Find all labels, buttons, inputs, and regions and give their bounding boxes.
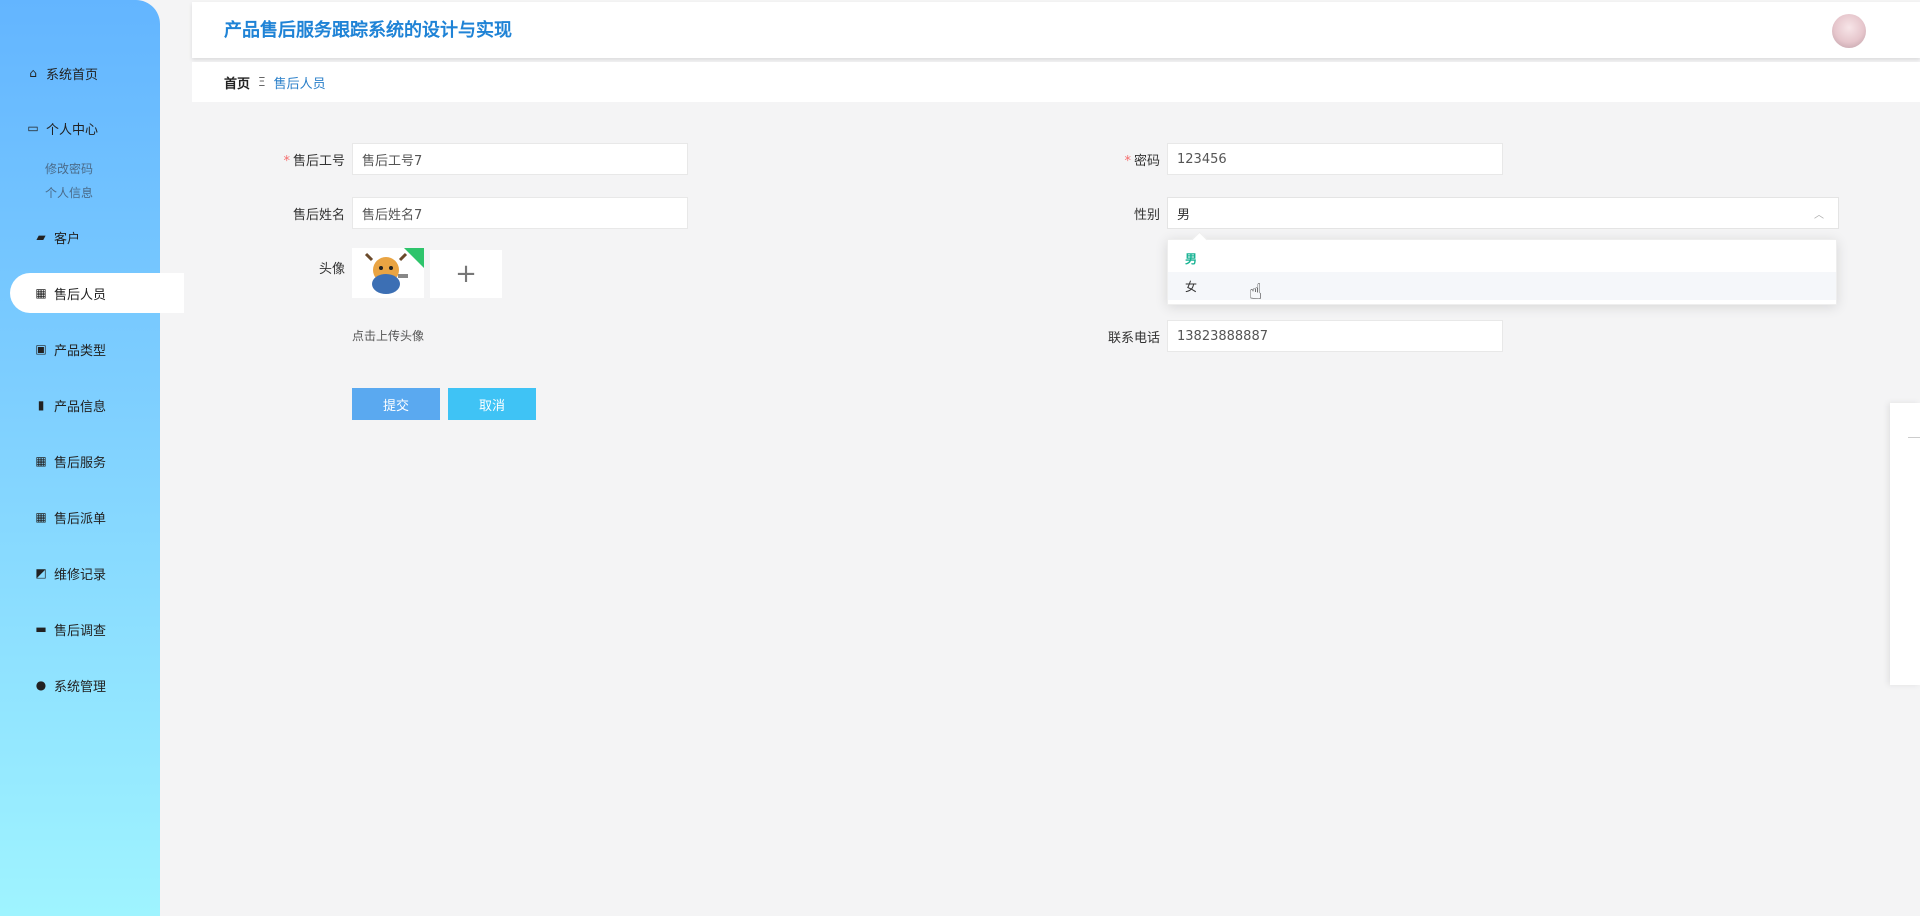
breadcrumb-separator-icon: Ξ (258, 75, 266, 89)
sidebar-item-product-info[interactable]: ▮ 产品信息 (0, 385, 160, 425)
grid-icon: ▦ (35, 454, 47, 468)
phone-label: 联系电话 (1107, 331, 1160, 346)
gender-option-female[interactable]: 女 (1168, 272, 1836, 300)
chevron-up-icon: ︿ (1814, 210, 1824, 221)
sidebar-item-label: 售后人员 (54, 287, 107, 303)
avatar-add-button[interactable]: + (430, 250, 502, 298)
sidebar-subitem-personal-info[interactable]: 个人信息 (45, 184, 93, 201)
required-mark: * (283, 154, 290, 169)
password-label: * 密码 (1124, 154, 1160, 169)
staff-name-input[interactable]: 售后姓名7 (352, 197, 688, 229)
sidebar-item-label: 售后派单 (54, 511, 107, 527)
avatar-label: 头像 (318, 262, 345, 277)
sidebar-item-after-sales-staff[interactable]: ▦ 售后人员 (10, 273, 184, 313)
gender-select-value: 男 (1177, 207, 1191, 223)
wallet-icon: ▰ (36, 230, 46, 244)
sidebar-item-label: 售后调查 (54, 623, 107, 639)
gender-option-male[interactable]: 男 (1168, 244, 1836, 272)
sidebar-item-personal-center[interactable]: ▭ 个人中心 (0, 108, 160, 148)
book-icon: ▮ (37, 398, 45, 412)
app-title: 产品售后服务跟踪系统的设计与实现 (224, 20, 512, 41)
plus-icon: + (455, 259, 477, 289)
phone-input[interactable]: 13823888887 (1167, 320, 1503, 352)
staff-name-label: 售后姓名 (292, 208, 345, 223)
sidebar: ⌂ 系统首页 ▭ 个人中心 修改密码 个人信息 ▰ 客户 ▦ 售后人员 ▣ 产品… (0, 0, 184, 916)
staff-no-input[interactable]: 售后工号7 (352, 143, 688, 175)
password-input[interactable]: 123456 (1167, 143, 1503, 175)
sidebar-item-home[interactable]: ⌂ 系统首页 (0, 53, 160, 93)
gender-dropdown: 男 女 (1167, 231, 1837, 305)
cartoon-avatar-icon (364, 248, 424, 294)
grid-icon: ▦ (35, 510, 47, 524)
sidebar-item-label: 维修记录 (54, 567, 107, 583)
sidebar-item-label: 系统管理 (54, 679, 107, 695)
sidebar-item-system-admin[interactable]: ● 系统管理 (0, 665, 160, 705)
monitor-icon: ▬ (35, 622, 47, 636)
avatar-thumbnail[interactable] (352, 248, 424, 298)
avatar[interactable] (1832, 14, 1866, 48)
breadcrumb-current: 售后人员 (273, 76, 326, 92)
submit-button[interactable]: 提交 (352, 388, 440, 420)
grid-icon: ▦ (35, 286, 47, 300)
sidebar-item-dispatch[interactable]: ▦ 售后派单 (0, 497, 160, 537)
sidebar-item-customer[interactable]: ▰ 客户 (0, 217, 160, 257)
sidebar-item-after-sales-service[interactable]: ▦ 售后服务 (0, 441, 160, 481)
side-panel[interactable] (1890, 403, 1920, 685)
user-center-icon: ▭ (27, 121, 39, 135)
clipboard-icon: ▣ (35, 342, 47, 356)
gender-label: 性别 (1133, 208, 1160, 223)
sidebar-item-repair-records[interactable]: ◩ 维修记录 (0, 553, 160, 593)
cancel-button[interactable]: 取消 (448, 388, 536, 420)
sidebar-item-label: 售后服务 (54, 455, 107, 471)
required-mark: * (1124, 154, 1131, 169)
sidebar-item-label: 客户 (54, 231, 81, 247)
sidebar-item-label: 产品信息 (54, 399, 107, 415)
sidebar-subitem-change-password[interactable]: 修改密码 (45, 160, 93, 177)
sidebar-item-product-type[interactable]: ▣ 产品类型 (0, 329, 160, 369)
person-icon: ● (35, 678, 47, 692)
breadcrumb-home[interactable]: 首页 (224, 73, 250, 92)
staff-no-label: * 售后工号 (283, 154, 345, 169)
sidebar-item-label: 产品类型 (54, 343, 107, 359)
side-panel-divider (1908, 437, 1920, 438)
top-header: 产品售后服务跟踪系统的设计与实现 (192, 2, 1920, 58)
avatar-upload-hint[interactable]: 点击上传头像 (352, 327, 424, 344)
sidebar-item-label: 个人中心 (46, 122, 99, 138)
chart-icon: ◩ (35, 566, 47, 580)
hand-cursor-icon: ☝ (1249, 280, 1263, 305)
sidebar-item-survey[interactable]: ▬ 售后调查 (0, 609, 160, 649)
home-icon: ⌂ (29, 66, 37, 80)
gender-select[interactable]: 男 ︿ (1167, 197, 1839, 229)
breadcrumb: 首页 Ξ 售后人员 (192, 62, 1920, 102)
sidebar-item-label: 系统首页 (46, 67, 99, 83)
